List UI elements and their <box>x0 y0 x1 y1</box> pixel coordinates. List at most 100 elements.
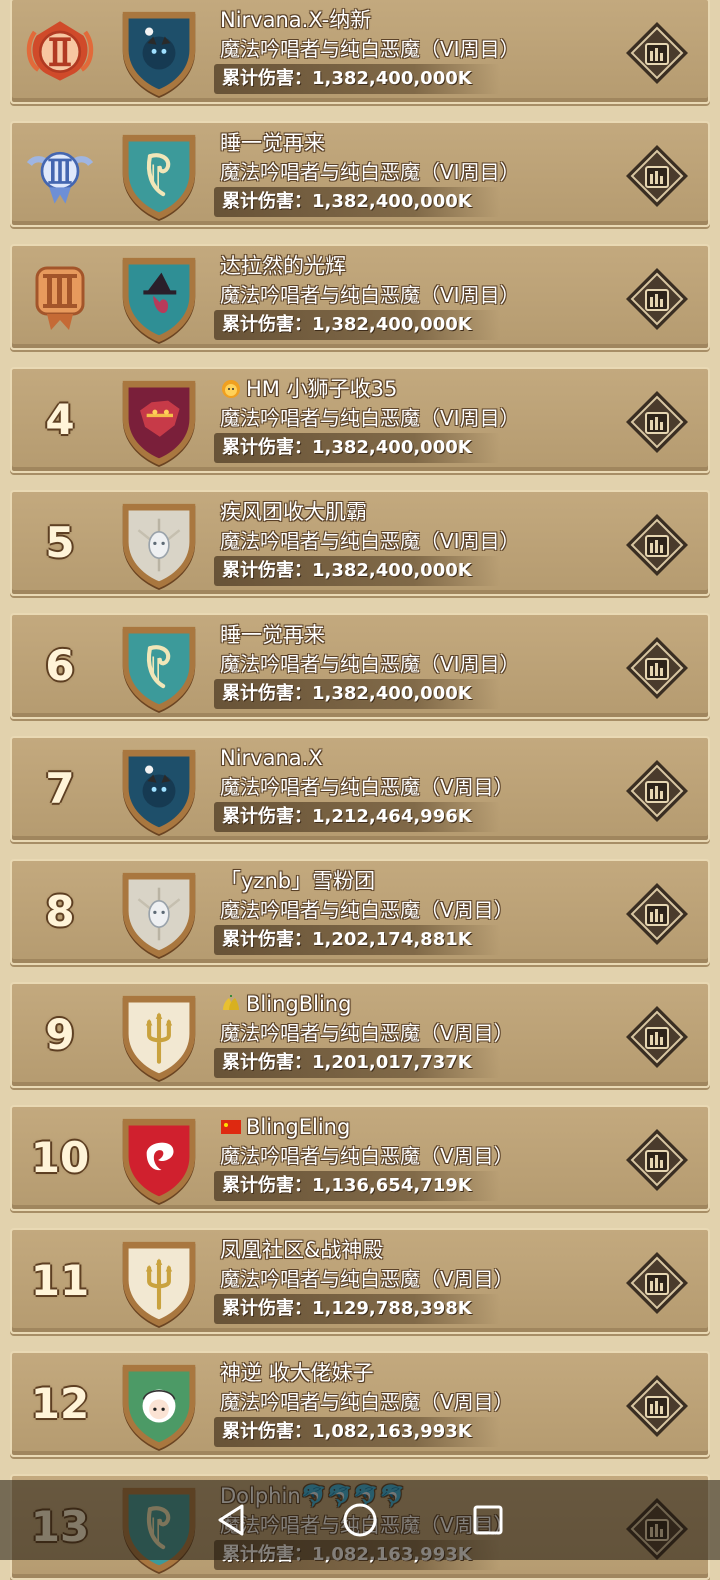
guild-name: 凤凰社区&战神殿 <box>220 1236 620 1264</box>
guild-name: BlingBling <box>220 990 620 1018</box>
boss-name: 魔法吟唱者与纯白恶魔（VI周目） <box>220 406 520 430</box>
silver-crest <box>122 872 196 960</box>
guild-name: 疾风团收大肌霸 <box>220 498 620 526</box>
total-damage: 累计伤害：1,082,163,993K <box>214 1417 500 1447</box>
rank-indicator: 9 <box>24 998 96 1070</box>
rank-number: 8 <box>45 886 75 936</box>
total-damage-line: 累计伤害：1,382,400,000K <box>214 310 620 340</box>
ranking-row[interactable]: 8 「yznb」雪粉团魔法吟唱者与纯白恶魔（V周目） 累计伤害：1,202,174,… <box>10 859 710 965</box>
ranking-row[interactable]: 6 睡一觉再来 魔法吟唱者与纯白恶魔（VI周目） 累计伤害：1,382,400,000… <box>10 613 710 719</box>
ranking-row[interactable]: 12 神逆 收大佬妹子 魔法吟唱者与纯白恶魔（V周目） 累计伤害：1,082,163,… <box>10 1351 710 1457</box>
red-dragon-crest <box>122 1118 196 1206</box>
ranking-row[interactable]: 5 疾风团收大肌霸 魔法吟唱者与纯白恶魔（VI周目） 累计伤害：1,382,400,0… <box>10 490 710 596</box>
boss-name: 魔法吟唱者与纯白恶魔（VI周目） <box>220 529 520 553</box>
recents-square-icon <box>473 1505 503 1535</box>
guild-name: 睡一觉再来 <box>220 129 620 157</box>
total-damage-line: 累计伤害：1,082,163,993K <box>214 1417 620 1447</box>
rank-number: 9 <box>45 1009 75 1059</box>
rank-number: 11 <box>30 1255 90 1305</box>
boss-name: 魔法吟唱者与纯白恶魔（VI周目） <box>220 160 520 184</box>
rank-number: 7 <box>45 763 75 813</box>
guild-name-text: 「yznb」雪粉团 <box>220 869 376 893</box>
rank-indicator: 5 <box>24 506 96 578</box>
rank-indicator: 8 <box>24 875 96 947</box>
rank-indicator: 12 <box>24 1367 96 1439</box>
total-damage-line: 累计伤害：1,129,788,398K <box>214 1294 620 1324</box>
rank-indicator <box>24 14 96 86</box>
rank-2-wing-badge <box>26 151 94 204</box>
trident-crest <box>122 995 196 1083</box>
total-damage: 累计伤害：1,382,400,000K <box>214 187 500 217</box>
back-triangle-icon <box>218 1504 244 1536</box>
rank-indicator: 11 <box>24 1244 96 1316</box>
total-damage-line: 累计伤害：1,202,174,881K <box>214 925 620 955</box>
total-damage: 累计伤害：1,382,400,000K <box>214 679 500 709</box>
guild-name: Nirvana.X <box>220 744 620 772</box>
ranking-row[interactable]: 睡一觉再来魔法吟唱者与纯白恶魔（VI周目） 累计伤害：1,382,400,000K <box>10 121 710 227</box>
ranking-row[interactable]: 11 凤凰社区&战神殿 魔法吟唱者与纯白恶魔（V周目） 累计伤害：1,129,788,… <box>10 1228 710 1334</box>
bar-chart-icon <box>626 22 688 84</box>
total-damage: 累计伤害：1,382,400,000K <box>214 64 500 94</box>
boss-name: 魔法吟唱者与纯白恶魔（VI周目） <box>220 652 520 676</box>
total-damage-line: 累计伤害：1,382,400,000K <box>214 64 620 94</box>
total-damage: 累计伤害：1,201,017,737K <box>214 1048 500 1078</box>
rank-number: 10 <box>30 1132 90 1182</box>
boss-name: 魔法吟唱者与纯白恶魔（VI周目） <box>220 37 520 61</box>
ranking-row[interactable]: 10 BlingEling 魔法吟唱者与纯白恶魔（V周目） 累计伤害：1,136,65… <box>10 1105 710 1211</box>
ranking-row[interactable]: 7 Nirvana.X 魔法吟唱者与纯白恶魔（V周目） 累计伤害：1,212,464,… <box>10 736 710 842</box>
rank-3-badge <box>35 266 85 330</box>
home-button[interactable] <box>340 1500 380 1540</box>
guild-name-text: 神逆 收大佬妹子 <box>220 1361 374 1385</box>
rank-indicator: 7 <box>24 752 96 824</box>
guild-name-text: BlingBling <box>246 992 352 1016</box>
bar-chart-icon <box>626 145 688 207</box>
guild-info: 达拉然的光辉魔法吟唱者与纯白恶魔（VI周目） 累计伤害：1,382,400,000… <box>214 252 620 340</box>
bar-chart-icon <box>626 883 688 945</box>
guild-name-text: HM 小狮子收35 <box>246 377 398 401</box>
boss-name: 魔法吟唱者与纯白恶魔（V周目） <box>220 1144 514 1168</box>
guild-info: 睡一觉再来魔法吟唱者与纯白恶魔（VI周目） 累计伤害：1,382,400,000K <box>214 129 620 217</box>
total-damage: 累计伤害：1,212,464,996K <box>214 802 500 832</box>
bar-chart-icon <box>626 1375 688 1437</box>
bar-chart-icon <box>626 1252 688 1314</box>
ranking-row[interactable]: Nirvana.X-纳新魔法吟唱者与纯白恶魔（VI周目） 累计伤害：1,382,4… <box>10 0 710 104</box>
guild-name-text: BlingEling <box>246 1115 351 1139</box>
boss-name: 魔法吟唱者与纯白恶魔（VI周目） <box>220 283 520 307</box>
recents-button[interactable] <box>468 1500 508 1540</box>
bar-chart-icon <box>626 268 688 330</box>
rank-indicator: 10 <box>24 1121 96 1193</box>
ranking-row[interactable]: 4 HM 小狮子收35 魔法吟唱者与纯白恶魔（VI周目） 累计伤害：1,382,400… <box>10 367 710 473</box>
total-damage-line: 累计伤害：1,136,654,719K <box>214 1171 620 1201</box>
bar-chart-icon <box>626 637 688 699</box>
system-navigation-bar <box>0 1480 720 1560</box>
rank-number: 12 <box>30 1378 90 1428</box>
girl-crest <box>122 1364 196 1452</box>
dark-demon-crest <box>122 749 196 837</box>
ranking-row[interactable]: 达拉然的光辉魔法吟唱者与纯白恶魔（VI周目） 累计伤害：1,382,400,000… <box>10 244 710 350</box>
guild-name-text: 凤凰社区&战神殿 <box>220 1238 384 1262</box>
back-button[interactable] <box>212 1500 252 1540</box>
guild-info: BlingEling 魔法吟唱者与纯白恶魔（V周目） 累计伤害：1,136,654,… <box>214 1113 620 1201</box>
lion-emoji-icon <box>222 380 240 398</box>
harp-crest <box>122 626 196 714</box>
guild-info: 「yznb」雪粉团魔法吟唱者与纯白恶魔（V周目） 累计伤害：1,202,174,8… <box>214 867 620 955</box>
total-damage: 累计伤害：1,129,788,398K <box>214 1294 500 1324</box>
total-damage-line: 累计伤害：1,382,400,000K <box>214 187 620 217</box>
total-damage: 累计伤害：1,382,400,000K <box>214 310 500 340</box>
total-damage-line: 累计伤害：1,382,400,000K <box>214 679 620 709</box>
ranking-row[interactable]: 9 BlingBling 魔法吟唱者与纯白恶魔（V周目） 累计伤害：1,201,017… <box>10 982 710 1088</box>
rank-indicator: 4 <box>24 383 96 455</box>
total-damage-line: 累计伤害：1,201,017,737K <box>214 1048 620 1078</box>
rank-1-wing-badge <box>26 21 94 81</box>
guild-name: HM 小狮子收35 <box>220 375 620 403</box>
guild-name-text: 达拉然的光辉 <box>220 254 346 278</box>
boss-name: 魔法吟唱者与纯白恶魔（V周目） <box>220 898 514 922</box>
guild-name: BlingEling <box>220 1113 620 1141</box>
guild-info: Nirvana.X 魔法吟唱者与纯白恶魔（V周目） 累计伤害：1,212,464,9… <box>214 744 620 832</box>
total-damage-line: 累计伤害：1,212,464,996K <box>214 802 620 832</box>
guild-name: Nirvana.X-纳新 <box>220 6 620 34</box>
guild-name: 「yznb」雪粉团 <box>220 867 620 895</box>
bar-chart-icon <box>626 1006 688 1068</box>
total-damage: 累计伤害：1,202,174,881K <box>214 925 500 955</box>
guild-info: BlingBling 魔法吟唱者与纯白恶魔（V周目） 累计伤害：1,201,017,… <box>214 990 620 1078</box>
